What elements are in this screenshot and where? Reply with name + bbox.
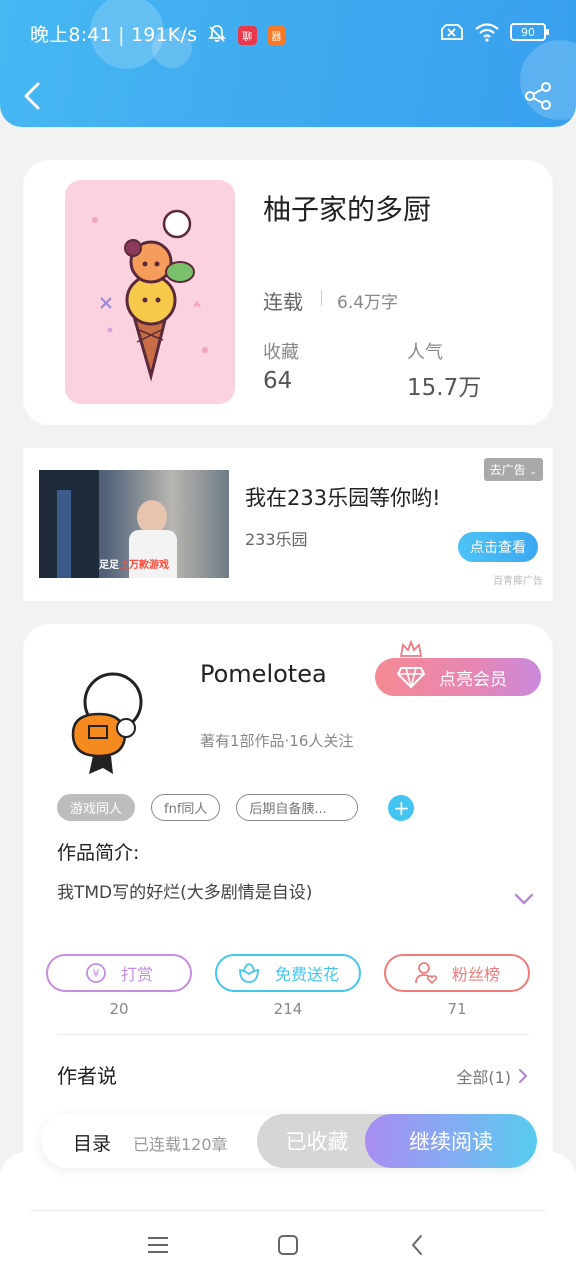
status-time-text: 晚上8:41 | 191K/s xyxy=(30,24,198,46)
status-time: 晚上8:41 | 191K/s 聊 器 xyxy=(30,20,286,47)
chapter-count: 已连载120章 xyxy=(133,1135,228,1154)
chevron-down-icon[interactable] xyxy=(513,892,535,906)
chevron-right-icon xyxy=(518,1068,528,1084)
fan-count: 71 xyxy=(447,1000,467,1018)
book-info-card: 柚子家的多厨 连载 6.4万字 收藏 64 人气 15.7万 xyxy=(23,160,553,425)
status-icons: 90 xyxy=(440,22,549,42)
ad-image-caption: 足足上万款游戏 xyxy=(99,556,169,571)
flower-count: 214 xyxy=(273,1000,303,1018)
collected-label: 已收藏 xyxy=(285,1130,349,1154)
tag-item[interactable]: 游戏同人 xyxy=(57,794,136,821)
author-name[interactable]: Pomelotea xyxy=(200,660,327,688)
send-flower-button[interactable]: 免费送花 xyxy=(215,954,361,992)
divider xyxy=(30,1210,546,1211)
ice-cream-illustration xyxy=(92,209,208,382)
tag-list: 游戏同人 fnf同人 后期自备胰... + xyxy=(57,794,415,821)
add-tag-button[interactable]: + xyxy=(388,794,415,821)
battery-level: 90 xyxy=(521,25,535,39)
author-card: Pomelotea 著有1部作品·16人关注 点亮会员 游戏同人 fnf同人 后… xyxy=(23,624,553,1184)
crown-icon xyxy=(399,640,423,657)
tip-label: 打赏 xyxy=(120,965,153,984)
tip-count: 20 xyxy=(109,1000,129,1018)
author-info: 著有1部作品·16人关注 xyxy=(200,732,354,750)
coin-icon: ¥ xyxy=(86,963,106,983)
book-word-count: 6.4万字 xyxy=(337,293,399,313)
send-flower-label: 免费送花 xyxy=(274,965,339,984)
ad-image-caption-2: 上万款游戏 xyxy=(119,560,169,571)
back-button[interactable] xyxy=(18,78,48,114)
author-say-all-link[interactable]: 全部(1) xyxy=(456,1064,529,1088)
all-label: 全部(1) xyxy=(456,1068,511,1087)
system-navigation-bar xyxy=(0,1152,576,1280)
ad-image-caption-1: 足足 xyxy=(99,560,119,571)
intro-label: 作品简介: xyxy=(57,842,140,864)
popularity-value: 15.7万 xyxy=(407,375,482,401)
favorites-value: 64 xyxy=(263,368,293,394)
intro-text: 我TMD写的好烂(大多剧情是自设) xyxy=(57,883,313,903)
wifi-icon xyxy=(475,23,499,42)
app-notification-icon: 聊 xyxy=(237,26,257,45)
book-cover[interactable] xyxy=(65,180,235,404)
divider xyxy=(321,290,322,306)
tag-item[interactable]: 后期自备胰... xyxy=(236,794,359,821)
menu-icon[interactable] xyxy=(145,1232,171,1258)
fan-ranking-button[interactable]: 粉丝榜 xyxy=(384,954,530,992)
flower-icon xyxy=(239,963,259,983)
book-status: 连载 xyxy=(263,290,303,314)
ad-source: 百青藤广告 xyxy=(493,576,543,587)
remove-ad-button[interactable]: 去广告 ⌄ xyxy=(483,458,543,481)
diamond-icon xyxy=(397,667,425,688)
popularity-label: 人气 xyxy=(407,342,443,363)
person-figure xyxy=(57,490,71,578)
plus-icon: + xyxy=(393,795,410,820)
ad-image[interactable]: 233 足足上万款游戏 xyxy=(39,470,229,578)
nav-back-icon[interactable] xyxy=(405,1232,431,1258)
app-notification-icon: 器 xyxy=(266,26,286,45)
battery-indicator: 90 xyxy=(510,23,549,41)
person-figure xyxy=(137,500,167,534)
bell-off-icon xyxy=(208,25,227,42)
continue-reading-button[interactable]: 继续阅读 xyxy=(365,1114,537,1168)
author-avatar[interactable] xyxy=(53,664,163,774)
home-square-icon[interactable] xyxy=(275,1232,301,1258)
sim-off-icon xyxy=(441,24,463,40)
divider xyxy=(57,1034,529,1035)
reading-action-bar: 目录 已连载120章 已收藏 继续阅读 xyxy=(41,1114,537,1168)
vip-label: 点亮会员 xyxy=(439,669,507,690)
chevron-down-icon: ⌄ xyxy=(529,467,537,477)
fan-ranking-label: 粉丝榜 xyxy=(451,965,500,984)
ad-view-button[interactable]: 点击查看 xyxy=(458,532,538,562)
vip-membership-button[interactable]: 点亮会员 xyxy=(375,658,541,696)
book-title: 柚子家的多厨 xyxy=(263,193,432,226)
author-say-title: 作者说 xyxy=(57,1064,117,1088)
ad-subtitle: 233乐园 xyxy=(245,530,308,549)
favorites-label: 收藏 xyxy=(263,342,299,363)
share-button[interactable] xyxy=(522,80,554,112)
tip-button[interactable]: ¥ 打赏 xyxy=(46,954,192,992)
top-header: 晚上8:41 | 191K/s 聊 器 90 xyxy=(0,0,576,127)
ad-banner[interactable]: 233 足足上万款游戏 去广告 ⌄ 我在233乐园等你哟! 233乐园 点击查看… xyxy=(23,448,553,601)
svg-text:¥: ¥ xyxy=(92,967,99,980)
user-heart-icon xyxy=(415,962,438,985)
tag-item[interactable]: fnf同人 xyxy=(151,794,221,821)
ad-title: 我在233乐园等你哟! xyxy=(245,486,441,510)
remove-ad-label: 去广告 xyxy=(489,463,526,477)
catalog-button[interactable]: 目录 xyxy=(73,1129,111,1156)
